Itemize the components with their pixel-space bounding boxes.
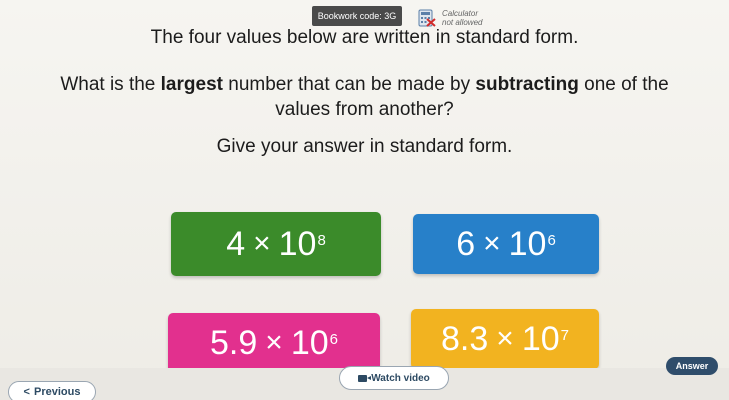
previous-label: Previous (33, 386, 81, 398)
calculator-label: Calculator (442, 9, 479, 18)
bookwork-code-badge: Bookwork code: 3G (312, 6, 402, 26)
exponent: 8 (317, 231, 326, 249)
question-line-2: What is the largest number that can be m… (0, 74, 729, 96)
calculator-not-allowed-icon (418, 9, 436, 27)
question-line-2-end: one of the (578, 74, 669, 95)
base: 10 (278, 224, 317, 263)
times-sign: × (253, 227, 271, 260)
base: 10 (521, 319, 560, 358)
calculator-status: Calculator not allowed (418, 7, 482, 29)
page: Bookwork code: 3G Calculator not allowed (0, 0, 729, 400)
chevron-left-icon: < (23, 386, 30, 398)
times-sign: × (483, 227, 501, 260)
exponent: 6 (547, 231, 556, 249)
times-sign: × (265, 326, 283, 359)
question-line-4: Give your answer in standard form. (216, 136, 513, 157)
question-line-1: The four values below are written in sta… (150, 27, 579, 48)
calculator-status-label: not allowed (442, 18, 483, 27)
question-line-2-middle: number that can be made by (222, 74, 476, 95)
coefficient: 8.3 (441, 319, 489, 358)
value-card-4: 8.3 × 10 7 (411, 309, 599, 369)
coefficient: 4 (226, 224, 246, 263)
watch-video-button[interactable]: Watch video (339, 366, 449, 390)
exponent: 7 (560, 326, 569, 344)
question-line-3: values from another? (275, 99, 454, 120)
keyword-largest: largest (160, 74, 223, 95)
exponent: 6 (329, 330, 338, 348)
base: 10 (508, 224, 547, 263)
value-card-2: 6 × 10 6 (413, 214, 599, 274)
video-camera-icon (358, 374, 372, 382)
value-card-1: 4 × 10 8 (171, 212, 381, 276)
base: 10 (290, 323, 329, 362)
answer-button[interactable]: Answer (666, 357, 718, 375)
value-card-3: 5.9 × 10 6 (168, 313, 380, 373)
coefficient: 5.9 (210, 323, 258, 362)
coefficient: 6 (456, 224, 476, 263)
keyword-subtracting: subtracting (475, 74, 579, 95)
watch-video-label: Watch video (371, 372, 430, 384)
previous-button[interactable]: < Previous (8, 381, 96, 400)
question-line-2-start: What is the (60, 74, 161, 95)
times-sign: × (496, 322, 514, 355)
